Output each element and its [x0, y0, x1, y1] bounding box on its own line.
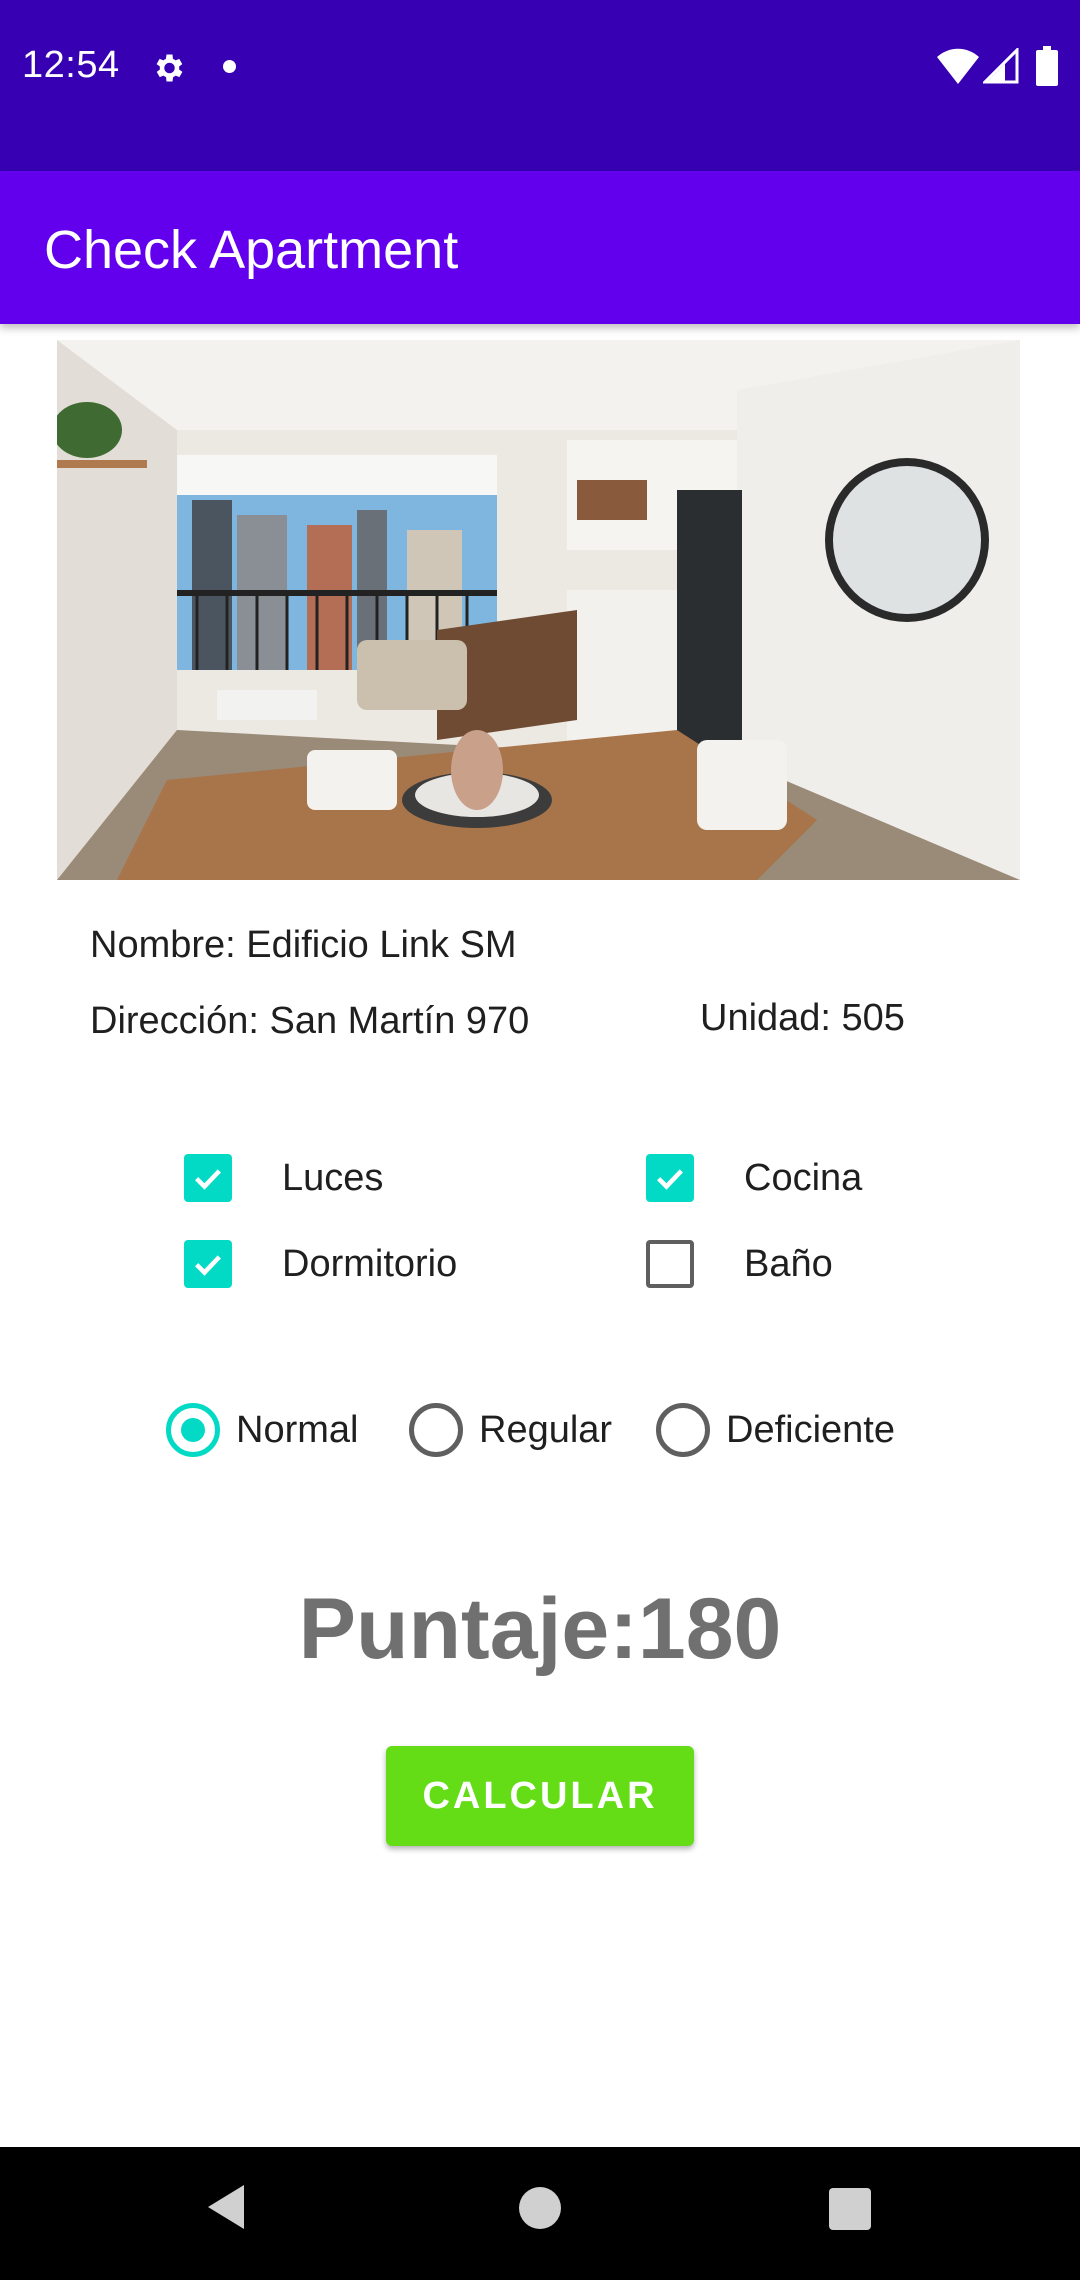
radio-normal[interactable]: Normal — [166, 1398, 358, 1462]
signal-icon — [983, 48, 1019, 84]
checkbox-luces[interactable]: Luces — [184, 1148, 383, 1208]
gear-icon — [156, 54, 183, 82]
checkbox-bano[interactable]: Baño — [646, 1234, 833, 1294]
checkbox-label: Dormitorio — [282, 1242, 458, 1285]
home-icon[interactable] — [519, 2187, 561, 2229]
building-address: Dirección: San Martín 970 — [90, 1000, 530, 1042]
back-icon[interactable] — [204, 2183, 248, 2231]
app-bar: Check Apartment — [0, 171, 1080, 324]
radio-label: Regular — [479, 1408, 613, 1451]
notification-dot-icon — [223, 60, 236, 73]
app-title: Check Apartment — [44, 220, 459, 280]
status-time: 12:54 — [22, 44, 120, 86]
radio-regular[interactable]: Regular — [409, 1398, 612, 1462]
battery-icon — [1036, 46, 1058, 86]
apartment-image — [57, 340, 1020, 880]
checkbox-dormitorio[interactable]: Dormitorio — [184, 1234, 457, 1294]
unit-number: Unidad: 505 — [700, 997, 905, 1039]
checkbox-label: Baño — [744, 1242, 833, 1285]
score-text: Puntaje:180 — [298, 1581, 782, 1677]
recents-icon[interactable] — [829, 2188, 871, 2230]
checkbox-cocina[interactable]: Cocina — [646, 1148, 862, 1208]
wifi-icon — [937, 48, 979, 84]
checkbox-label: Luces — [282, 1156, 384, 1199]
checkbox-label: Cocina — [744, 1156, 863, 1199]
radio-unselected-icon — [409, 1403, 463, 1457]
radio-selected-icon — [166, 1403, 220, 1457]
building-name: Nombre: Edificio Link SM — [90, 924, 517, 966]
radio-deficiente[interactable]: Deficiente — [656, 1398, 895, 1462]
checkbox-checked-icon — [646, 1154, 694, 1202]
checkbox-checked-icon — [184, 1240, 232, 1288]
navigation-bar — [0, 2147, 1080, 2280]
status-bar: 12:54 — [0, 0, 1080, 171]
radio-label: Normal — [236, 1408, 359, 1451]
radio-unselected-icon — [656, 1403, 710, 1457]
checkbox-checked-icon — [184, 1154, 232, 1202]
checkbox-unchecked-icon — [646, 1240, 694, 1288]
calcular-button[interactable]: CALCULAR — [386, 1746, 694, 1846]
radio-label: Deficiente — [726, 1408, 895, 1451]
